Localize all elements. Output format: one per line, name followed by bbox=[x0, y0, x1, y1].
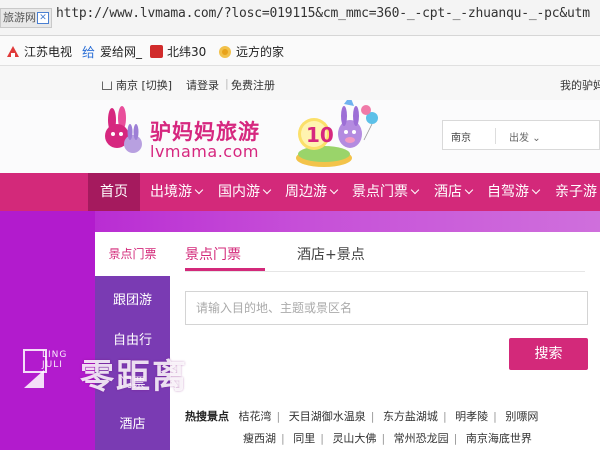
chevron-down-icon bbox=[194, 185, 204, 195]
hot-link[interactable]: 明孝陵 bbox=[455, 410, 488, 423]
hot-link[interactable]: 桔花湾 bbox=[239, 410, 272, 423]
chevron-down-icon: ⌄ bbox=[532, 133, 541, 144]
hot-searches-row1: 热搜景点 桔花湾 | 天目湖御水温泉 | 东方盐湖城 | 明孝陵 | 别嘌网 bbox=[185, 408, 538, 424]
browser-tab-label: 旅游网 bbox=[3, 11, 36, 24]
header-search-city[interactable]: 南京 bbox=[451, 129, 471, 144]
nav-item-tickets[interactable]: 景点门票 bbox=[352, 173, 420, 211]
nav-label: 出境游 bbox=[150, 184, 192, 200]
hot-link[interactable]: 天目湖御水温泉 bbox=[289, 410, 366, 423]
tab-hotel-scenic[interactable]: 酒店+景点 bbox=[297, 244, 365, 264]
bookmark-label: 江苏电视 bbox=[24, 45, 73, 59]
topbar-divider: | bbox=[225, 77, 229, 90]
bookmark-label: 远方的家 bbox=[236, 45, 285, 59]
url-text[interactable]: http://www.lvmama.com/?losc=019115&cm_mm… bbox=[56, 6, 590, 21]
nav-item-outbound[interactable]: 出境游 bbox=[150, 173, 204, 211]
separator: | bbox=[381, 432, 386, 445]
side-item-group-tour[interactable]: 跟团游 bbox=[95, 289, 170, 308]
side-item-free-travel[interactable]: 自由行 bbox=[95, 329, 170, 348]
nav-label: 景点门票 bbox=[352, 184, 408, 200]
chevron-down-icon bbox=[464, 185, 474, 195]
side-menu-header[interactable]: 景点门票 bbox=[95, 232, 170, 276]
site-header: 驴妈妈旅游 lvmama.com 10 南京 出发 ⌄ bbox=[0, 100, 600, 173]
svg-text:给: 给 bbox=[82, 46, 95, 59]
separator: | bbox=[493, 410, 497, 423]
bookmark-aigei[interactable]: 给 爱给网_ bbox=[82, 43, 142, 60]
nav-label: 国内游 bbox=[218, 184, 260, 200]
side-item-hotel[interactable]: 酒店 bbox=[95, 413, 170, 432]
home-icon bbox=[102, 81, 112, 90]
anniversary-badge-icon: 10 bbox=[296, 100, 378, 167]
destination-search-input[interactable] bbox=[185, 291, 588, 325]
search-button[interactable]: 搜索 bbox=[509, 338, 588, 370]
nav-label: 自驾游 bbox=[487, 184, 529, 200]
hot-searches-label: 热搜景点 bbox=[185, 410, 229, 423]
header-search-depart[interactable]: 出发 ⌄ bbox=[509, 129, 541, 144]
hot-link[interactable]: 别嘌网 bbox=[505, 410, 538, 423]
city-selector[interactable]: 南京 [切换] bbox=[102, 77, 172, 93]
nav-label: 亲子游 bbox=[555, 184, 597, 200]
separator: | bbox=[370, 410, 375, 423]
anniversary-number: 10 bbox=[306, 123, 334, 147]
booking-side-menu: 景点门票 跟团游 自由行 门票 酒店 bbox=[95, 232, 170, 450]
site-topbar: 南京 [切换] 请登录 | 免费注册 bbox=[0, 66, 600, 100]
hot-link[interactable]: 同里 bbox=[293, 432, 315, 445]
city-label: 南京 bbox=[116, 79, 138, 92]
header-search-box[interactable]: 南京 出发 ⌄ bbox=[442, 120, 600, 150]
switch-city-link[interactable]: [切换] bbox=[142, 79, 173, 92]
globe-icon bbox=[219, 45, 231, 58]
banner-left-strip bbox=[0, 211, 95, 450]
register-link[interactable]: 免费注册 bbox=[231, 77, 275, 93]
nav-item-selfdrive[interactable]: 自驾游 bbox=[487, 173, 541, 211]
nav-label: 首页 bbox=[100, 184, 128, 200]
hot-link[interactable]: 南京海底世界 bbox=[466, 432, 532, 445]
hot-link[interactable]: 常州恐龙园 bbox=[394, 432, 449, 445]
separator: | bbox=[442, 410, 447, 423]
gift-icon: 给 bbox=[82, 46, 95, 59]
brand-name-en[interactable]: lvmama.com bbox=[150, 142, 259, 161]
bookmark-beiwei30[interactable]: 北纬30 bbox=[150, 43, 206, 60]
separator: | bbox=[281, 432, 285, 445]
bookmark-yuanfang[interactable]: 远方的家 bbox=[218, 43, 284, 60]
hot-searches-row2: 瘦西湖 | 同里 | 灵山大佛 | 常州恐龙园 | 南京海底世界 bbox=[243, 430, 532, 446]
bookmark-label: 北纬30 bbox=[167, 45, 207, 59]
browser-tab[interactable]: 旅游网 ✕ bbox=[0, 8, 52, 28]
my-lvmama-link[interactable]: 我的驴妈 bbox=[560, 77, 600, 93]
nav-item-domestic[interactable]: 国内游 bbox=[218, 173, 272, 211]
bookmark-label: 爱给网_ bbox=[100, 45, 143, 59]
watermark-en: LING JULI bbox=[42, 350, 68, 370]
tab-divider bbox=[185, 271, 585, 272]
nav-item-nearby[interactable]: 周边游 bbox=[285, 173, 339, 211]
hot-link[interactable]: 灵山大佛 bbox=[332, 432, 376, 445]
chevron-down-icon bbox=[531, 185, 541, 195]
watermark-cn: 零距离 bbox=[80, 357, 188, 397]
tab-close-icon[interactable]: ✕ bbox=[37, 12, 49, 24]
header-search-divider bbox=[495, 128, 496, 144]
chevron-down-icon bbox=[329, 185, 339, 195]
hot-link[interactable]: 瘦西湖 bbox=[243, 432, 276, 445]
nav-item-family[interactable]: 亲子游 bbox=[555, 173, 597, 211]
nav-label: 酒店 bbox=[434, 184, 462, 200]
bookmark-jiangsu-tv[interactable]: 江苏电视 bbox=[6, 43, 72, 60]
chevron-down-icon bbox=[410, 185, 420, 195]
login-link[interactable]: 请登录 bbox=[186, 77, 219, 93]
bookmarks-bar: 江苏电视 给 爱给网_ 北纬30 远方的家 bbox=[0, 36, 600, 66]
separator: | bbox=[320, 432, 324, 445]
nav-label: 周边游 bbox=[285, 184, 327, 200]
nav-item-home[interactable]: 首页 bbox=[88, 173, 140, 211]
address-bar[interactable]: 旅游网 ✕ http://www.lvmama.com/?losc=019115… bbox=[0, 0, 600, 36]
bookmark-icon bbox=[150, 45, 163, 58]
depart-label: 出发 bbox=[509, 133, 529, 144]
tab-scenic-tickets[interactable]: 景点门票 bbox=[185, 244, 241, 264]
separator: | bbox=[276, 410, 281, 423]
nav-item-hotel[interactable]: 酒店 bbox=[434, 173, 474, 211]
chevron-down-icon bbox=[262, 185, 272, 195]
donkey-logo-icon[interactable] bbox=[95, 106, 147, 158]
main-nav: 首页 出境游 国内游 周边游 景点门票 酒店 自驾游 亲子游 bbox=[0, 173, 600, 211]
hot-link[interactable]: 东方盐湖城 bbox=[383, 410, 438, 423]
tv-icon bbox=[7, 45, 19, 57]
separator: | bbox=[453, 432, 458, 445]
